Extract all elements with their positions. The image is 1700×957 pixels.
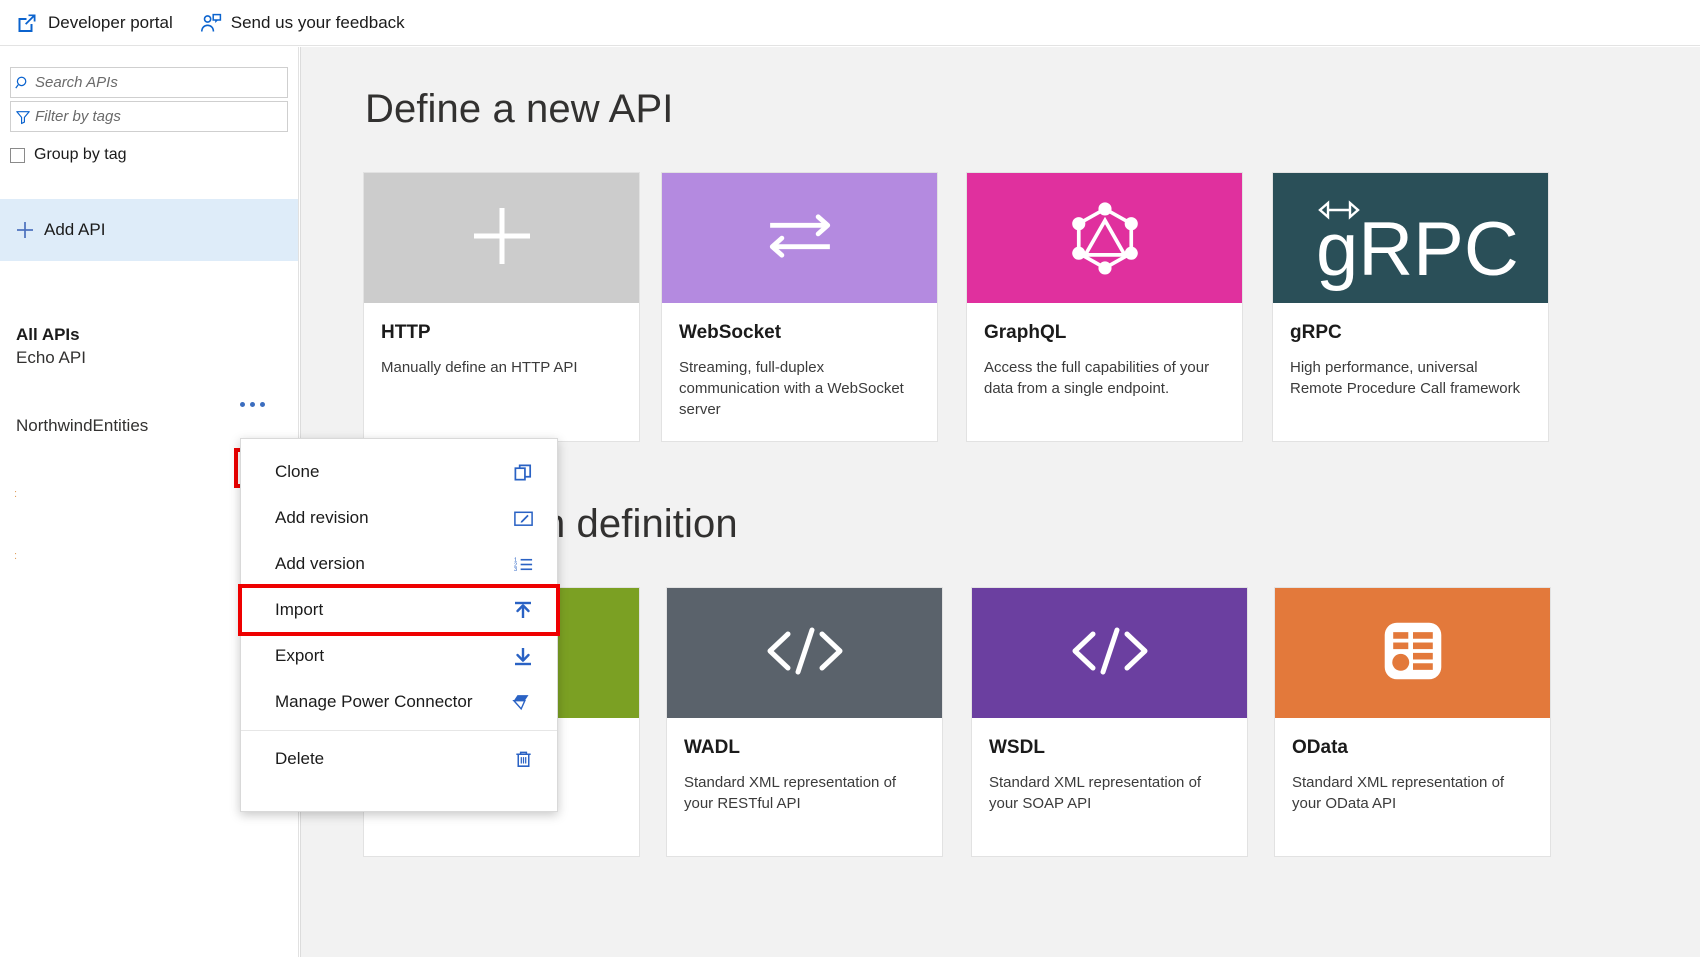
search-apis-field[interactable]	[10, 67, 288, 98]
card-description: Standard XML representation of your ODat…	[1292, 774, 1505, 812]
create-from-definition-heading: n definition	[543, 502, 738, 546]
svg-text:gRPC: gRPC	[1316, 207, 1516, 292]
send-feedback-label: Send us your feedback	[230, 12, 405, 32]
api-card-grpc[interactable]: gRPC gRPC High performance, universal Re…	[1272, 172, 1549, 442]
card-title: WSDL	[989, 737, 1045, 758]
menu-item-label: Delete	[275, 749, 325, 768]
card-description: Access the full capabilities of your dat…	[984, 359, 1210, 397]
bidirectional-arrows-icon	[757, 204, 843, 273]
card-header	[364, 173, 639, 303]
card-title: WADL	[684, 737, 740, 758]
export-arrow-down-icon	[511, 644, 535, 668]
add-api-button[interactable]: Add API	[0, 199, 298, 261]
card-description: Standard XML representation of your REST…	[684, 774, 897, 812]
card-title: HTTP	[381, 322, 431, 343]
echo-api-more-menu-button[interactable]	[236, 396, 268, 412]
sidebar-artifact-dots-2: :	[14, 550, 18, 562]
context-menu-item-manage-power-connector[interactable]: Manage Power Connector	[241, 679, 557, 725]
filter-tags-input[interactable]	[35, 103, 287, 130]
search-icon	[11, 75, 35, 91]
numbered-list-icon: 123	[511, 552, 535, 576]
api-context-menu: Clone Add revision Add version 1 2 3 Imp…	[238, 438, 560, 812]
plus-icon	[467, 201, 537, 276]
menu-item-label: Manage Power Connector	[275, 692, 473, 711]
funnel-filter-icon	[11, 109, 35, 125]
plus-icon	[14, 219, 36, 241]
card-description: Streaming, full-duplex communication wit…	[679, 359, 904, 418]
power-connector-icon	[511, 690, 535, 714]
card-header	[667, 588, 942, 718]
menu-item-label: Import	[275, 600, 324, 619]
api-card-wsdl[interactable]: WSDL Standard XML representation of your…	[971, 587, 1248, 857]
menu-divider	[241, 730, 557, 731]
card-header	[662, 173, 937, 303]
context-menu-item-clone[interactable]: Clone	[241, 449, 557, 495]
svg-text:3: 3	[513, 567, 516, 573]
card-description: Standard XML representation of your SOAP…	[989, 774, 1202, 812]
menu-item-label: Clone	[275, 462, 320, 481]
card-header: gRPC	[1273, 173, 1548, 303]
card-header	[972, 588, 1247, 718]
grpc-logo-icon: gRPC	[1306, 183, 1518, 293]
menu-item-label: Export	[275, 646, 325, 665]
group-by-tag-checkbox[interactable]: Group by tag	[10, 146, 298, 164]
external-link-icon	[16, 12, 38, 34]
edit-box-icon	[511, 506, 535, 530]
context-menu-item-export[interactable]: Export	[241, 633, 557, 679]
card-description: High performance, universal Remote Proce…	[1290, 359, 1521, 397]
context-menu-item-import[interactable]: Import	[238, 584, 560, 636]
sidebar-item-northwindentities[interactable]: NorthwindEntities	[0, 411, 298, 441]
card-header	[967, 173, 1242, 303]
api-name-label: Echo API	[16, 348, 86, 367]
menu-item-label: Add revision	[275, 508, 369, 527]
context-menu-item-add-revision[interactable]: Add revision	[241, 495, 557, 541]
code-brackets-icon	[1065, 621, 1155, 686]
define-new-api-heading: Define a new API	[365, 87, 674, 131]
code-brackets-icon	[760, 621, 850, 686]
app-root: Developer portal Send us your feedback S…	[0, 0, 1700, 957]
api-card-http[interactable]: HTTP Manually define an HTTP API	[363, 172, 640, 442]
odata-table-icon	[1380, 618, 1446, 689]
api-card-wadl[interactable]: WADL Standard XML representation of your…	[666, 587, 943, 857]
card-title: OData	[1292, 737, 1348, 758]
search-input[interactable]	[35, 69, 287, 96]
clone-icon	[511, 460, 535, 484]
menu-item-label: Add version	[275, 554, 365, 573]
card-header	[1275, 588, 1550, 718]
filter-by-tags-field[interactable]	[10, 101, 288, 132]
api-name-label: NorthwindEntities	[16, 416, 149, 435]
card-description: Manually define an HTTP API	[381, 359, 578, 376]
card-title: WebSocket	[679, 322, 782, 343]
card-title: GraphQL	[984, 322, 1067, 343]
api-card-odata[interactable]: OData Standard XML representation of you…	[1274, 587, 1551, 857]
feedback-person-icon	[199, 12, 221, 34]
import-arrow-up-icon	[511, 598, 535, 622]
send-feedback-button[interactable]: Send us your feedback	[187, 0, 419, 46]
context-menu-item-add-version[interactable]: Add version 123	[241, 541, 557, 587]
all-apis-header: All APIs	[16, 325, 80, 344]
checkbox-box	[10, 147, 25, 163]
add-api-label: Add API	[44, 220, 106, 239]
command-bar: Developer portal Send us your feedback	[0, 0, 1700, 46]
trash-icon	[511, 747, 535, 771]
graphql-icon	[1064, 195, 1146, 282]
card-title: gRPC	[1290, 322, 1342, 343]
api-card-graphql[interactable]: GraphQL Access the full capabilities of …	[966, 172, 1243, 442]
developer-portal-button[interactable]: Developer portal	[0, 0, 187, 46]
group-by-tag-label: Group by tag	[34, 146, 127, 163]
sidebar-artifact-dots-1: :	[14, 488, 18, 500]
context-menu-item-delete[interactable]: Delete	[241, 736, 557, 782]
developer-portal-label: Developer portal	[48, 12, 173, 32]
sidebar-item-echo-api[interactable]: Echo API	[0, 343, 298, 373]
api-card-websocket[interactable]: WebSocket Streaming, full-duplex communi…	[661, 172, 938, 442]
